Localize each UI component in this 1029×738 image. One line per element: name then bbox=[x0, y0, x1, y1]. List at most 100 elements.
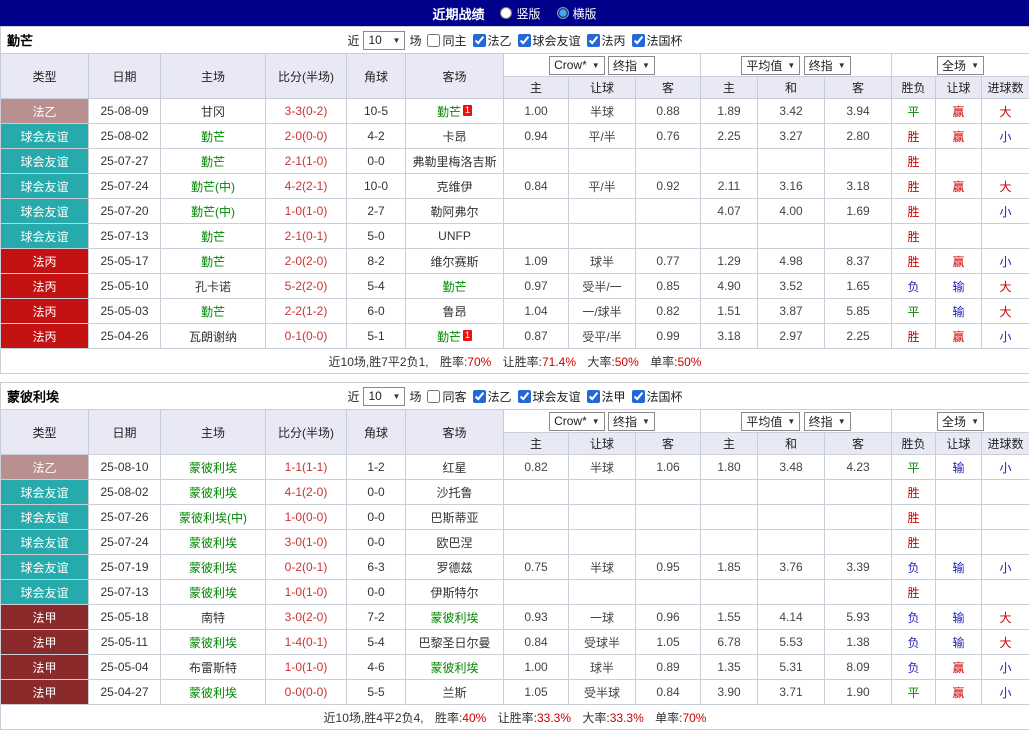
league-filter-2[interactable]: 法丙 bbox=[587, 32, 626, 49]
team-name[interactable]: 弗勒里梅洛吉斯 bbox=[412, 155, 496, 169]
recent-count-select[interactable]: 10▼ bbox=[363, 387, 405, 406]
team-name[interactable]: 蒙彼利埃 bbox=[189, 636, 237, 650]
score-cell[interactable]: 0-0(0-0) bbox=[266, 680, 347, 705]
score-cell[interactable]: 1-0(1-0) bbox=[266, 655, 347, 680]
avg-select[interactable]: 平均值▼ bbox=[741, 412, 800, 431]
avg-stage-select[interactable]: 终指▼ bbox=[804, 56, 851, 75]
scope-select[interactable]: 全场▼ bbox=[937, 412, 984, 431]
league-checkbox[interactable] bbox=[473, 34, 486, 47]
team-name[interactable]: 勤芒 bbox=[201, 255, 225, 269]
avg-select[interactable]: 平均值▼ bbox=[741, 56, 800, 75]
score-cell[interactable]: 2-1(1-0) bbox=[266, 149, 347, 174]
same-venue-filter[interactable]: 同客 bbox=[427, 388, 466, 405]
layout-radio-horizontal[interactable]: 横版 bbox=[557, 5, 597, 22]
vertical-radio[interactable] bbox=[500, 7, 512, 19]
avg-stage-select[interactable]: 终指▼ bbox=[804, 412, 851, 431]
score-cell[interactable]: 3-0(1-0) bbox=[266, 530, 347, 555]
same-venue-checkbox[interactable] bbox=[427, 34, 440, 47]
team-name[interactable]: 巴斯蒂亚 bbox=[430, 511, 478, 525]
team-name[interactable]: 克维伊 bbox=[436, 180, 472, 194]
avg-away: 2.25 bbox=[825, 324, 892, 349]
team-name[interactable]: 勤芒 bbox=[437, 105, 461, 119]
league-filter-0[interactable]: 法乙 bbox=[473, 32, 512, 49]
score-cell[interactable]: 3-3(0-2) bbox=[266, 99, 347, 124]
team-name[interactable]: 勤芒(中) bbox=[191, 205, 235, 219]
score-cell[interactable]: 2-1(0-1) bbox=[266, 224, 347, 249]
team-name[interactable]: 蒙彼利埃 bbox=[430, 611, 478, 625]
team-name[interactable]: 维尔赛斯 bbox=[430, 255, 478, 269]
team-name[interactable]: 南特 bbox=[201, 611, 225, 625]
score-cell[interactable]: 1-1(1-1) bbox=[266, 455, 347, 480]
score-cell[interactable]: 2-0(0-0) bbox=[266, 124, 347, 149]
league-filter-2[interactable]: 法甲 bbox=[587, 388, 626, 405]
recent-count-select[interactable]: 10▼ bbox=[363, 31, 405, 50]
team-name[interactable]: 蒙彼利埃 bbox=[189, 686, 237, 700]
team-name[interactable]: 蒙彼利埃 bbox=[189, 486, 237, 500]
league-checkbox[interactable] bbox=[473, 390, 486, 403]
odds-stage-select[interactable]: 终指▼ bbox=[608, 412, 655, 431]
score-cell[interactable]: 1-0(0-0) bbox=[266, 505, 347, 530]
league-filter-1[interactable]: 球会友谊 bbox=[518, 388, 581, 405]
team-name[interactable]: 罗德兹 bbox=[436, 561, 472, 575]
team-name[interactable]: 鲁昂 bbox=[442, 305, 466, 319]
score-cell[interactable]: 2-0(2-0) bbox=[266, 249, 347, 274]
scope-select[interactable]: 全场▼ bbox=[937, 56, 984, 75]
team-name[interactable]: 孔卡诺 bbox=[195, 280, 231, 294]
score-cell[interactable]: 3-0(2-0) bbox=[266, 605, 347, 630]
team-name[interactable]: 蒙彼利埃 bbox=[189, 586, 237, 600]
team-name[interactable]: 蒙彼利埃(中) bbox=[179, 511, 247, 525]
score-cell[interactable]: 4-2(2-1) bbox=[266, 174, 347, 199]
same-venue-checkbox[interactable] bbox=[427, 390, 440, 403]
team-name[interactable]: 勒阿弗尔 bbox=[430, 205, 478, 219]
team-name[interactable]: 欧巴涅 bbox=[436, 536, 472, 550]
team-name[interactable]: 蒙彼利埃 bbox=[189, 536, 237, 550]
team-name[interactable]: 红星 bbox=[442, 461, 466, 475]
team-name[interactable]: 勤芒(中) bbox=[191, 180, 235, 194]
league-checkbox[interactable] bbox=[632, 34, 645, 47]
avg-home: 1.85 bbox=[701, 555, 758, 580]
team-name[interactable]: 巴黎圣日尔曼 bbox=[418, 636, 490, 650]
team-name[interactable]: 勤芒 bbox=[437, 330, 461, 344]
score-cell[interactable]: 1-0(1-0) bbox=[266, 199, 347, 224]
league-checkbox[interactable] bbox=[632, 390, 645, 403]
score-cell[interactable]: 0-1(0-0) bbox=[266, 324, 347, 349]
team-name[interactable]: 勤芒 bbox=[201, 130, 225, 144]
team-name[interactable]: 勤芒 bbox=[201, 305, 225, 319]
league-filter-0[interactable]: 法乙 bbox=[473, 388, 512, 405]
score-cell[interactable]: 4-1(2-0) bbox=[266, 480, 347, 505]
score-cell[interactable]: 1-4(0-1) bbox=[266, 630, 347, 655]
odds-stage-select[interactable]: 终指▼ bbox=[608, 56, 655, 75]
league-checkbox[interactable] bbox=[587, 34, 600, 47]
odds-company-select[interactable]: Crow*▼ bbox=[549, 56, 605, 75]
team-name[interactable]: 卡昂 bbox=[442, 130, 466, 144]
team-name[interactable]: 沙托鲁 bbox=[436, 486, 472, 500]
league-checkbox[interactable] bbox=[518, 390, 531, 403]
score-cell[interactable]: 2-2(1-2) bbox=[266, 299, 347, 324]
team-name[interactable]: 布雷斯特 bbox=[189, 661, 237, 675]
team-name[interactable]: 蒙彼利埃 bbox=[430, 661, 478, 675]
team-name[interactable]: 勤芒 bbox=[201, 230, 225, 244]
avg-draw: 3.52 bbox=[758, 274, 825, 299]
team-name[interactable]: 兰斯 bbox=[442, 686, 466, 700]
result-handicap: 输 bbox=[936, 605, 982, 630]
layout-radio-vertical[interactable]: 竖版 bbox=[500, 5, 540, 22]
team-name[interactable]: 蒙彼利埃 bbox=[189, 561, 237, 575]
league-filter-3[interactable]: 法国杯 bbox=[632, 388, 683, 405]
score-cell[interactable]: 1-0(1-0) bbox=[266, 580, 347, 605]
team-name[interactable]: 瓦朗谢纳 bbox=[189, 330, 237, 344]
odds-company-select[interactable]: Crow*▼ bbox=[549, 412, 605, 431]
team-name[interactable]: 甘冈 bbox=[201, 105, 225, 119]
league-filter-3[interactable]: 法国杯 bbox=[632, 32, 683, 49]
team-name[interactable]: 勤芒 bbox=[201, 155, 225, 169]
team-name[interactable]: 勤芒 bbox=[442, 280, 466, 294]
horizontal-radio[interactable] bbox=[557, 7, 569, 19]
league-checkbox[interactable] bbox=[518, 34, 531, 47]
same-venue-filter[interactable]: 同主 bbox=[427, 32, 466, 49]
team-name[interactable]: 蒙彼利埃 bbox=[189, 461, 237, 475]
league-checkbox[interactable] bbox=[587, 390, 600, 403]
score-cell[interactable]: 0-2(0-1) bbox=[266, 555, 347, 580]
team-name[interactable]: 伊斯特尔 bbox=[430, 586, 478, 600]
team-name[interactable]: UNFP bbox=[438, 229, 471, 243]
league-filter-1[interactable]: 球会友谊 bbox=[518, 32, 581, 49]
score-cell[interactable]: 5-2(2-0) bbox=[266, 274, 347, 299]
